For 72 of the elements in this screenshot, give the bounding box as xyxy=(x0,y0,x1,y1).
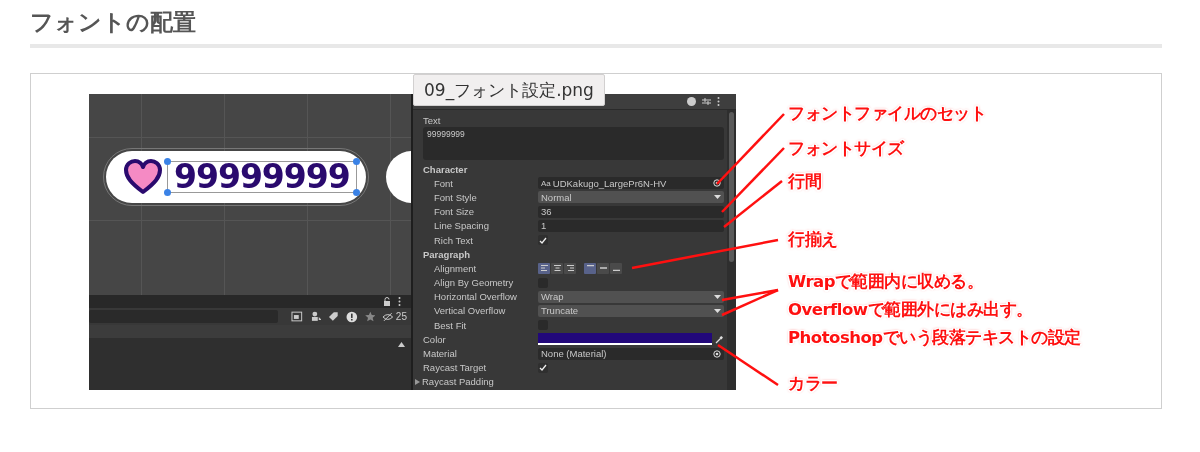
property-label: Raycast Target xyxy=(423,362,488,374)
target-icon[interactable] xyxy=(713,179,721,188)
menu-icon[interactable] xyxy=(398,297,401,306)
window-icon[interactable] xyxy=(291,311,303,322)
resize-handle[interactable] xyxy=(352,189,360,196)
file-tooltip: 09_フォント設定.png xyxy=(413,74,605,106)
menu-icon[interactable] xyxy=(717,97,720,106)
property-label: Text xyxy=(423,115,442,127)
eyedropper-icon[interactable] xyxy=(715,334,724,344)
annotation-text: 行揃え xyxy=(788,229,838,251)
leader-line xyxy=(721,147,785,213)
section-label: Paragraph xyxy=(423,248,470,260)
annotation-text: フォントサイズ xyxy=(788,138,904,160)
dropdown[interactable]: Truncate xyxy=(538,304,724,317)
align-button[interactable] xyxy=(584,262,596,274)
sliders-icon[interactable] xyxy=(702,97,711,106)
scroll-up-icon[interactable] xyxy=(398,342,405,347)
property-label: Font Size xyxy=(433,206,476,218)
object-field[interactable]: Aa UDKakugo_LargePr6N-HV xyxy=(538,177,724,190)
annotation-text: カラー xyxy=(788,373,838,395)
property-label: Rich Text xyxy=(433,234,474,246)
foldout-label[interactable]: Raycast Padding xyxy=(415,376,494,388)
checkbox[interactable] xyxy=(538,235,548,246)
align-button[interactable] xyxy=(610,262,622,274)
dropdown[interactable]: Wrap xyxy=(538,290,724,303)
annotation-text: フォントファイルのセット xyxy=(788,103,986,125)
lock-icon[interactable] xyxy=(383,297,391,306)
annotation-text: Wrapで範囲内に収める。 Overflowで範囲外にはみ出す。 Photoshopでいう段落テキストの設定 xyxy=(788,271,1081,349)
property-label: Font Style xyxy=(433,191,478,203)
resize-handle[interactable] xyxy=(164,158,171,165)
search-field[interactable] xyxy=(89,310,278,323)
annotation-text: 行間 xyxy=(788,171,821,193)
tag-icon[interactable] xyxy=(328,311,339,322)
number-field[interactable]: 1 xyxy=(538,219,724,232)
caret-icon xyxy=(714,294,721,299)
caret-icon xyxy=(714,308,721,313)
leader-line xyxy=(717,343,779,387)
property-label: Alignment xyxy=(433,262,478,274)
section-label: Character xyxy=(423,163,468,175)
resize-handle[interactable] xyxy=(164,189,171,196)
section-heading: フォントの配置 xyxy=(29,8,197,36)
scene-icon[interactable] xyxy=(309,311,322,322)
resize-handle[interactable] xyxy=(352,158,360,165)
object-field[interactable]: None (Material) xyxy=(538,347,724,360)
property-label: Align By Geometry xyxy=(433,277,515,289)
target-icon[interactable] xyxy=(713,349,721,358)
align-lines-icon xyxy=(553,265,561,272)
property-label: Color xyxy=(423,333,447,345)
warning-icon[interactable] xyxy=(345,310,358,323)
heart-icon xyxy=(123,159,163,195)
align-button[interactable] xyxy=(597,262,609,274)
text-area[interactable]: 99999999 xyxy=(423,127,724,160)
align-lines-icon xyxy=(566,265,574,272)
property-label: Best Fit xyxy=(433,319,468,331)
star-icon[interactable] xyxy=(364,311,376,322)
align-line-icon xyxy=(599,265,607,272)
property-label: Line Spacing xyxy=(433,220,490,232)
align-button[interactable] xyxy=(551,262,563,274)
align-button[interactable] xyxy=(564,262,576,274)
property-label: Vertical Overflow xyxy=(433,305,507,317)
property-label: Font xyxy=(433,177,454,189)
dropdown[interactable]: Normal xyxy=(538,191,724,204)
align-lines-icon xyxy=(540,265,548,272)
number-field[interactable]: 36 xyxy=(538,205,724,218)
caret-icon xyxy=(714,195,721,200)
hidden-count: 25 xyxy=(395,311,407,322)
checkbox[interactable] xyxy=(538,362,548,373)
property-label: Material xyxy=(423,348,458,360)
color-swatch[interactable] xyxy=(538,333,712,346)
align-button[interactable] xyxy=(538,262,550,274)
property-label: Horizontal Overflow xyxy=(433,291,518,303)
hidden-eye-icon[interactable] xyxy=(382,311,394,322)
